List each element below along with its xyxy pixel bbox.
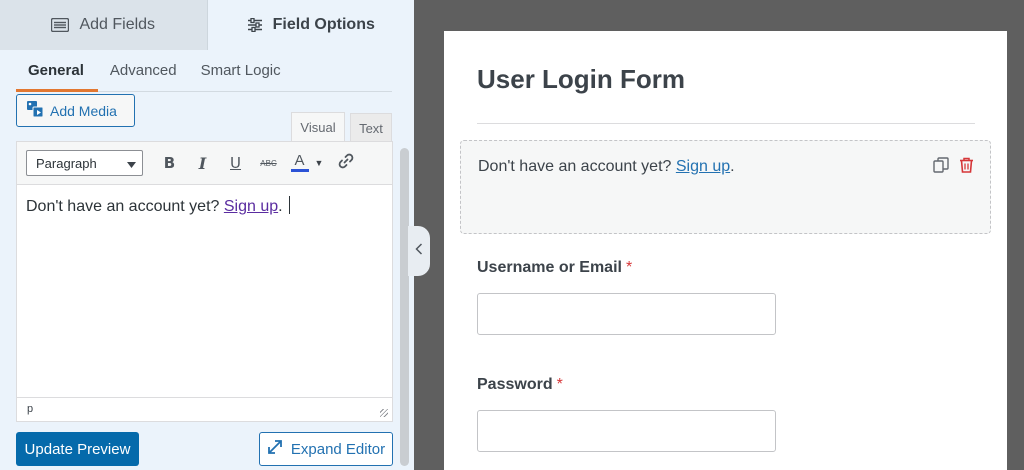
username-input[interactable] bbox=[477, 293, 776, 335]
text-cursor bbox=[288, 196, 290, 214]
field-options-panel: Add Fields Field Options General Advance… bbox=[0, 0, 414, 470]
expand-editor-label: Expand Editor bbox=[290, 440, 386, 458]
link-icon bbox=[337, 152, 355, 175]
expand-icon bbox=[267, 439, 283, 459]
title-divider bbox=[477, 123, 975, 124]
password-input[interactable] bbox=[477, 410, 776, 452]
update-preview-button[interactable]: Update Preview bbox=[16, 432, 139, 466]
underline-button[interactable]: U bbox=[219, 148, 252, 178]
add-media-label: Add Media bbox=[50, 102, 117, 119]
editor-sign-up-link[interactable]: Sign up bbox=[224, 198, 278, 215]
html-field-block[interactable]: Don't have an account yet? Sign up. bbox=[460, 140, 991, 234]
tab-advanced[interactable]: Advanced bbox=[98, 52, 189, 92]
html-text-before: Don't have an account yet? bbox=[478, 158, 676, 175]
link-button[interactable] bbox=[329, 148, 362, 178]
format-select-value: Paragraph bbox=[36, 155, 97, 171]
editor-content-after: . bbox=[278, 198, 283, 215]
tab-add-fields-label: Add Fields bbox=[79, 16, 156, 33]
text-color-letter: A bbox=[294, 152, 305, 169]
tab-visual[interactable]: Visual bbox=[291, 112, 345, 142]
editor-content[interactable]: Don't have an account yet? Sign up. bbox=[17, 186, 392, 396]
panel-tabs: Add Fields Field Options bbox=[0, 0, 414, 50]
strikethrough-button[interactable]: ABC bbox=[252, 148, 285, 178]
panel-scrollbar[interactable] bbox=[400, 148, 409, 466]
list-icon bbox=[51, 18, 70, 32]
tab-general[interactable]: General bbox=[16, 52, 98, 92]
tab-text[interactable]: Text bbox=[350, 113, 392, 143]
caret-down-icon bbox=[127, 156, 136, 171]
color-caret-icon: ▼ bbox=[314, 158, 324, 168]
editor-content-text: Don't have an account yet? bbox=[26, 198, 224, 215]
required-marker: * bbox=[556, 376, 563, 393]
tab-smart-logic[interactable]: Smart Logic bbox=[189, 52, 293, 92]
sliders-icon bbox=[247, 18, 263, 32]
password-label: Password * bbox=[477, 376, 563, 394]
option-sub-tabs: General Advanced Smart Logic bbox=[16, 52, 392, 92]
italic-button[interactable]: I bbox=[186, 148, 219, 178]
bold-button[interactable]: B bbox=[153, 148, 186, 178]
resize-grip-icon[interactable] bbox=[380, 409, 388, 417]
expand-editor-button[interactable]: Expand Editor bbox=[259, 432, 393, 466]
media-icon bbox=[26, 100, 44, 121]
username-label: Username or Email * bbox=[477, 259, 632, 277]
field-actions bbox=[933, 157, 974, 178]
password-label-text: Password bbox=[477, 376, 553, 393]
collapse-panel-handle[interactable] bbox=[408, 226, 430, 276]
html-text-after: . bbox=[730, 158, 735, 175]
chevron-left-icon bbox=[415, 242, 423, 260]
html-field-text: Don't have an account yet? Sign up. bbox=[478, 158, 735, 176]
format-select[interactable]: Paragraph bbox=[26, 150, 143, 176]
duplicate-icon[interactable] bbox=[933, 157, 949, 178]
username-label-text: Username or Email bbox=[477, 259, 622, 276]
element-path[interactable]: p bbox=[27, 403, 33, 415]
tab-add-fields[interactable]: Add Fields bbox=[0, 0, 208, 50]
editor-statusbar: p bbox=[17, 397, 392, 421]
add-media-button[interactable]: Add Media bbox=[16, 94, 135, 127]
preview-sign-up-link[interactable]: Sign up bbox=[676, 158, 730, 175]
required-marker: * bbox=[625, 259, 633, 276]
form-title: User Login Form bbox=[477, 64, 686, 94]
form-preview: User Login Form Don't have an account ye… bbox=[444, 31, 1007, 470]
trash-icon[interactable] bbox=[959, 157, 974, 178]
editor-toolbar: Paragraph B I U ABC A ▼ bbox=[17, 142, 392, 185]
tab-field-options[interactable]: Field Options bbox=[207, 0, 414, 50]
tab-field-options-label: Field Options bbox=[272, 16, 375, 33]
text-color-icon: A bbox=[290, 152, 309, 172]
rich-text-editor: Paragraph B I U ABC A ▼ Don't have an ac… bbox=[16, 141, 393, 422]
text-color-button[interactable]: A ▼ bbox=[285, 148, 329, 178]
